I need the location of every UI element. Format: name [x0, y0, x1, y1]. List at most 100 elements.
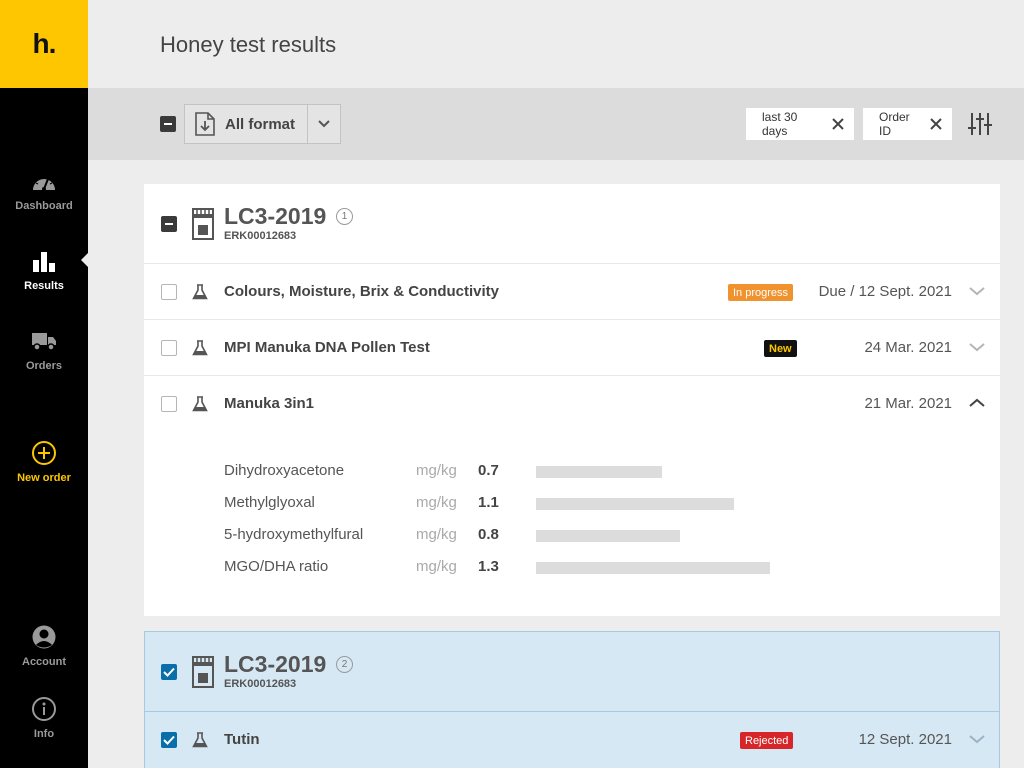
result-bar — [536, 498, 734, 510]
active-indicator — [81, 253, 88, 267]
checkmark-icon — [163, 735, 175, 745]
test-name: MPI Manuka DNA Pollen Test — [224, 339, 430, 356]
sidebar-item-orders[interactable]: Orders — [0, 328, 88, 372]
bar-chart-icon — [30, 248, 58, 274]
sidebar-item-account[interactable]: Account — [0, 624, 88, 668]
close-icon[interactable] — [930, 118, 942, 130]
result-unit: mg/kg — [416, 526, 457, 543]
result-name: Methylglyoxal — [224, 494, 315, 511]
result-row: 5-hydroxymethylfural mg/kg 0.8 — [224, 526, 924, 546]
sample-count-badge: 1 — [336, 208, 353, 225]
truck-icon — [30, 328, 58, 354]
sidebar-item-label: Orders — [25, 360, 63, 372]
gauge-icon — [30, 168, 58, 194]
status-badge: Rejected — [740, 732, 794, 749]
filter-chip-order-id[interactable]: Order ID — [863, 108, 952, 140]
sidebar-item-dashboard[interactable]: Dashboard — [0, 168, 88, 212]
result-value: 1.1 — [478, 494, 499, 511]
close-icon[interactable] — [832, 118, 844, 130]
chevron-down-icon[interactable] — [968, 284, 986, 300]
sample-title: LC3-2019 — [224, 203, 327, 229]
test-date: 12 Sept. 2021 — [858, 731, 952, 748]
format-dropdown[interactable]: All format — [184, 104, 341, 144]
flask-icon — [192, 396, 208, 412]
format-label: All format — [225, 115, 296, 133]
result-unit: mg/kg — [416, 494, 457, 511]
flask-icon — [192, 340, 208, 356]
sidebar: h. Dashboard Results Orders New order Ac… — [0, 0, 88, 768]
test-checkbox[interactable] — [161, 396, 177, 412]
result-value: 0.7 — [478, 462, 499, 479]
result-unit: mg/kg — [416, 462, 457, 479]
sample-checkbox[interactable] — [161, 664, 177, 680]
status-badge: In progress — [728, 284, 794, 301]
sidebar-item-label: Results — [24, 280, 64, 292]
sidebar-item-results[interactable]: Results — [0, 248, 88, 292]
toolbar: All format last 30 days Order ID — [88, 88, 1024, 160]
checkmark-icon — [163, 667, 175, 677]
sample-card-header: LC3-2019 2 ERK00012683 — [145, 632, 999, 712]
test-date: 21 Mar. 2021 — [864, 395, 952, 412]
result-row: MGO/DHA ratio mg/kg 1.3 — [224, 558, 924, 578]
result-name: 5-hydroxymethylfural — [224, 526, 364, 543]
status-badge: New — [764, 340, 797, 357]
test-name: Colours, Moisture, Brix & Conductivity — [224, 283, 500, 300]
sidebar-item-label: Dashboard — [15, 200, 73, 212]
result-name: MGO/DHA ratio — [224, 558, 329, 575]
result-unit: mg/kg — [416, 558, 457, 575]
result-bar — [536, 562, 770, 574]
chip-label: Order ID — [879, 110, 910, 138]
chevron-down-icon[interactable] — [968, 340, 986, 356]
sample-card-header: LC3-2019 1 ERK00012683 — [144, 184, 1000, 264]
page-title: Honey test results — [160, 32, 337, 57]
flask-icon — [192, 732, 208, 748]
honey-jar-icon — [192, 656, 214, 688]
sidebar-item-label: Info — [33, 728, 55, 740]
download-file-icon — [185, 112, 225, 136]
result-value: 1.3 — [478, 558, 499, 575]
chip-label: last 30 days — [762, 110, 798, 138]
test-row-expanded[interactable]: Manuka 3in1 21 Mar. 2021 — [144, 376, 1000, 432]
honey-jar-icon — [192, 208, 214, 240]
sliders-icon[interactable] — [968, 112, 992, 136]
logo-text: h. — [32, 28, 57, 59]
filter-chip-date[interactable]: last 30 days — [746, 108, 854, 140]
sample-id: ERK00012683 — [224, 678, 297, 690]
test-checkbox[interactable] — [161, 732, 177, 748]
flask-icon — [192, 284, 208, 300]
result-bar — [536, 530, 680, 542]
sample-id: ERK00012683 — [224, 230, 297, 242]
test-name: Manuka 3in1 — [224, 395, 315, 412]
sidebar-item-new-order[interactable]: New order — [0, 440, 88, 484]
chevron-up-icon[interactable] — [968, 396, 986, 412]
sample-title: LC3-2019 — [224, 651, 327, 677]
test-row[interactable]: MPI Manuka DNA Pollen Test New 24 Mar. 2… — [144, 320, 1000, 376]
result-row: Dihydroxyacetone mg/kg 0.7 — [224, 462, 924, 482]
result-row: Methylglyoxal mg/kg 1.1 — [224, 494, 924, 514]
result-bar — [536, 466, 662, 478]
test-checkbox[interactable] — [161, 284, 177, 300]
sidebar-item-label: Account — [22, 656, 66, 668]
chevron-down-icon[interactable] — [968, 732, 986, 748]
sidebar-item-info[interactable]: Info — [0, 696, 88, 740]
sample-checkbox[interactable] — [161, 216, 177, 232]
sidebar-item-label: New order — [17, 472, 71, 484]
test-date: 24 Mar. 2021 — [864, 339, 952, 356]
sample-count-badge: 2 — [336, 656, 353, 673]
test-row[interactable]: Colours, Moisture, Brix & Conductivity I… — [144, 264, 1000, 320]
test-row[interactable]: Tutin Rejected 12 Sept. 2021 — [145, 712, 999, 768]
test-date: Due / 12 Sept. 2021 — [818, 283, 952, 300]
logo[interactable]: h. — [0, 0, 88, 88]
select-all-checkbox[interactable] — [160, 116, 176, 132]
plus-circle-icon — [30, 440, 58, 466]
info-circle-icon — [30, 696, 58, 722]
user-circle-icon — [30, 624, 58, 650]
sample-card: LC3-2019 1 ERK00012683 Colours, Moisture… — [144, 184, 1000, 616]
result-value: 0.8 — [478, 526, 499, 543]
result-name: Dihydroxyacetone — [224, 462, 345, 479]
test-results-panel: Dihydroxyacetone mg/kg 0.7 Methylglyoxal… — [144, 432, 1000, 616]
chevron-down-icon[interactable] — [307, 105, 340, 143]
test-checkbox[interactable] — [161, 340, 177, 356]
sample-card-selected: LC3-2019 2 ERK00012683 Tutin Rejected 12… — [144, 631, 1000, 768]
test-name: Tutin — [224, 731, 260, 748]
